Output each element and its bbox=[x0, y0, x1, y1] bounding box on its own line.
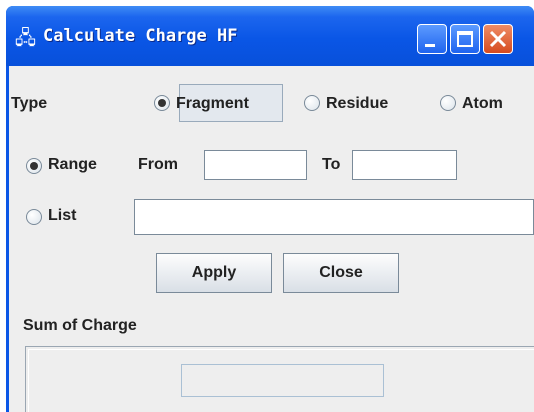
residue-label[interactable]: Residue bbox=[326, 95, 388, 113]
range-label[interactable]: Range bbox=[48, 156, 97, 174]
dialog-content: Type Fragment Residue Atom Range From To… bbox=[9, 66, 534, 412]
range-radio[interactable] bbox=[26, 158, 42, 174]
to-label: To bbox=[322, 156, 341, 173]
maximize-icon bbox=[457, 31, 473, 47]
close-icon bbox=[489, 30, 507, 48]
fragment-radio[interactable] bbox=[154, 95, 170, 111]
title-bar[interactable]: 🖧 Calculate Charge HF bbox=[6, 6, 534, 66]
residue-radio[interactable] bbox=[304, 95, 320, 111]
close-button[interactable]: Close bbox=[283, 253, 399, 293]
from-label: From bbox=[138, 156, 178, 173]
list-label[interactable]: List bbox=[48, 207, 76, 225]
sum-of-charge-label: Sum of Charge bbox=[23, 317, 137, 334]
atom-radio[interactable] bbox=[440, 95, 456, 111]
fragment-label[interactable]: Fragment bbox=[176, 95, 249, 113]
molecule-icon: 🖧 bbox=[14, 28, 37, 49]
list-input[interactable] bbox=[134, 199, 534, 235]
type-label: Type bbox=[11, 95, 48, 112]
minimize-icon bbox=[425, 44, 435, 47]
minimize-button[interactable] bbox=[417, 24, 447, 54]
list-radio[interactable] bbox=[26, 209, 42, 225]
maximize-button[interactable] bbox=[450, 24, 480, 54]
sum-of-charge-value bbox=[181, 364, 384, 397]
from-input[interactable] bbox=[204, 150, 307, 180]
calculate-charge-window: 🖧 Calculate Charge HF Type Fragment Resi… bbox=[6, 6, 534, 412]
atom-label[interactable]: Atom bbox=[462, 95, 503, 113]
window-title: Calculate Charge HF bbox=[43, 26, 238, 46]
apply-button[interactable]: Apply bbox=[156, 253, 272, 293]
close-window-button[interactable] bbox=[483, 24, 513, 54]
to-input[interactable] bbox=[352, 150, 457, 180]
